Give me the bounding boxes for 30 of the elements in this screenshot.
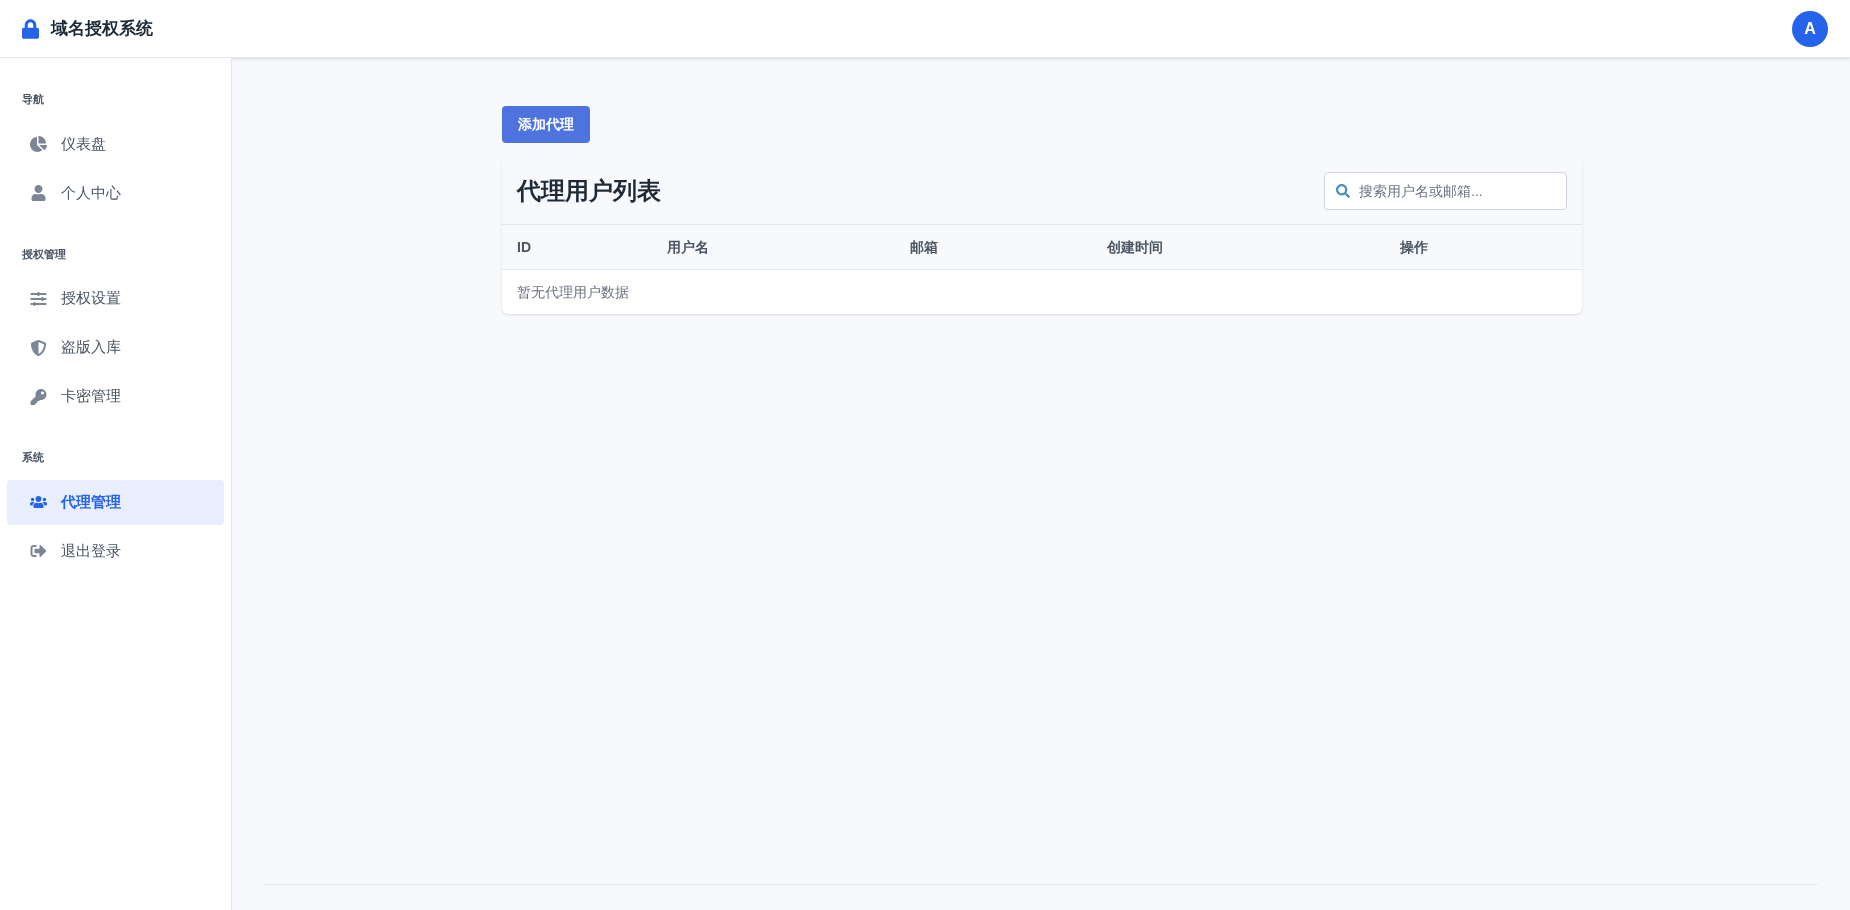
table-title: 代理用户列表 (517, 175, 661, 206)
add-agent-button[interactable]: 添加代理 (502, 106, 590, 143)
sidebar-item[interactable]: 仪表盘 (7, 121, 224, 167)
empty-message: 暂无代理用户数据 (517, 282, 629, 302)
sidebar-item[interactable]: 盗版入库 (7, 325, 224, 370)
user-icon (30, 185, 47, 201)
avatar[interactable]: A (1792, 10, 1828, 47)
section-heading: 系统 (21, 450, 45, 465)
column-header: 操作 (1400, 239, 1428, 255)
logout-icon (30, 543, 47, 559)
key-icon (30, 388, 47, 405)
sidebar-item[interactable]: 代理管理 (7, 479, 224, 525)
sidebar-item[interactable]: 退出登录 (7, 528, 224, 574)
users-icon (30, 494, 47, 510)
section-heading: 导航 (21, 92, 45, 107)
column-header: 创建时间 (1107, 239, 1163, 255)
sidebar-item[interactable]: 个人中心 (7, 170, 224, 216)
section-heading: 授权管理 (21, 246, 67, 262)
search-icon (1336, 183, 1350, 198)
column-header: ID (517, 239, 531, 255)
shield-icon (30, 339, 47, 356)
sidebar-item[interactable]: 卡密管理 (7, 374, 224, 419)
lock-icon (22, 18, 39, 39)
pie-chart-icon (30, 136, 47, 152)
sliders-icon (30, 290, 47, 307)
column-header: 用户名 (667, 239, 709, 255)
column-header: 邮箱 (910, 239, 938, 255)
sidebar-item[interactable]: 授权设置 (7, 276, 224, 321)
search-field[interactable]: 搜索用户名或邮箱... (1324, 171, 1567, 210)
app-title: 域名授权系统 (51, 17, 153, 40)
